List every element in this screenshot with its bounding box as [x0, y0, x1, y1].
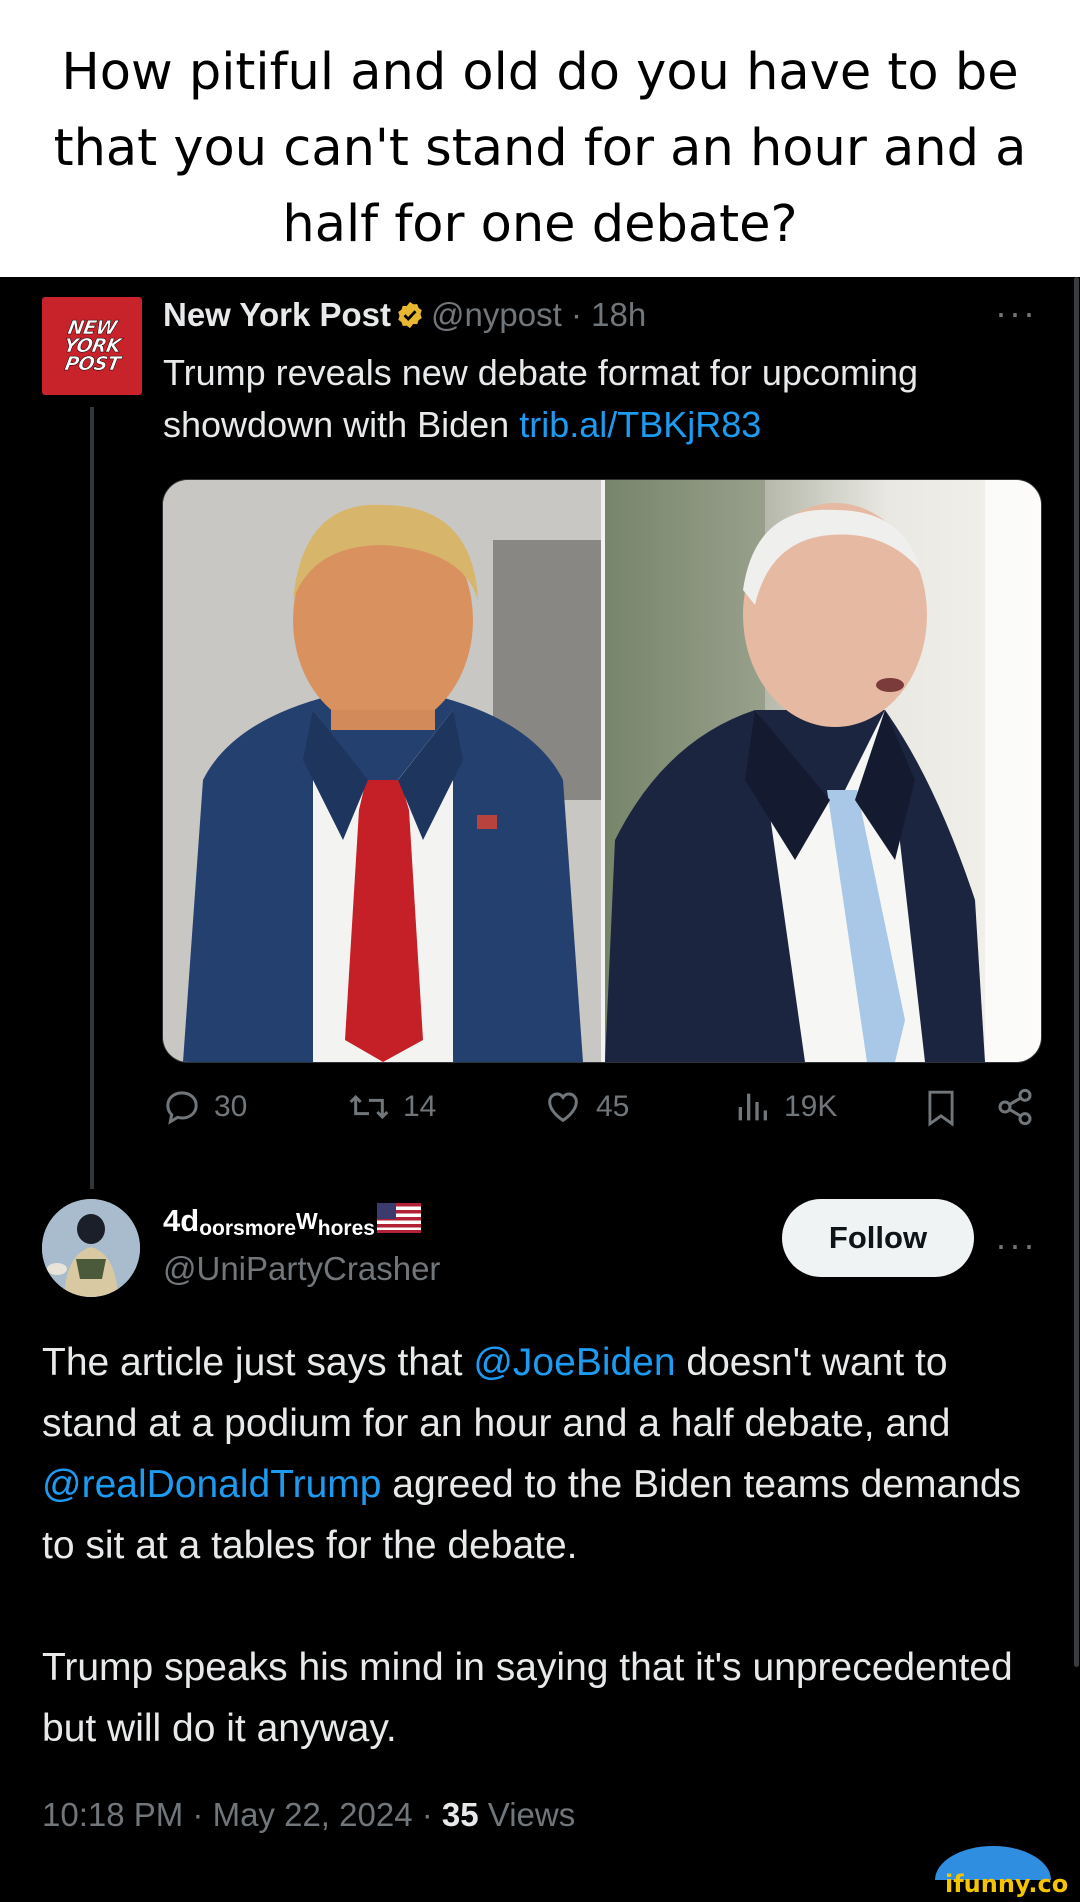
- tweet-header: New York Post @nypost · 18h: [163, 293, 646, 341]
- reply-views-label: Views: [487, 1796, 576, 1833]
- reply-date[interactable]: May 22, 2024: [213, 1796, 413, 1833]
- trump-photo-illustration: [163, 480, 601, 1062]
- heart-icon: [548, 1092, 578, 1123]
- repost-button[interactable]: 14: [347, 1087, 436, 1127]
- ifunny-watermark: ifunny.co: [905, 1830, 1069, 1902]
- views-icon: [738, 1093, 767, 1121]
- us-flag-icon: [376, 1203, 421, 1241]
- views-button[interactable]: 19K: [732, 1087, 837, 1127]
- nypost-avatar[interactable]: NEW YORK POST: [42, 297, 142, 395]
- header-separator: ·: [570, 296, 582, 333]
- share-button[interactable]: [995, 1087, 1047, 1127]
- tweet-text: Trump reveals new debate format for upco…: [163, 347, 1023, 451]
- repost-count: 14: [403, 1090, 437, 1123]
- share-icon: [998, 1088, 1032, 1126]
- display-name-part-3: W: [296, 1208, 318, 1234]
- caption-line-3: half for one debate?: [282, 195, 798, 254]
- reply-icon: [166, 1091, 198, 1125]
- like-button[interactable]: 45: [542, 1087, 629, 1127]
- reply-button[interactable]: 30: [162, 1087, 247, 1127]
- tweet-screenshot: NEW YORK POST New York Post @nypost · 18h…: [0, 277, 1080, 1902]
- display-name-part-1: 4d: [163, 1203, 200, 1238]
- reply-view-count: 35: [441, 1796, 479, 1833]
- like-count: 45: [596, 1090, 630, 1123]
- reply-count: 30: [214, 1090, 248, 1123]
- thread-line: [90, 407, 94, 1189]
- photo-left[interactable]: [163, 480, 601, 1062]
- scrollbar[interactable]: [1074, 277, 1079, 1667]
- reply-display-name[interactable]: 4doorsmoreWhores: [163, 1203, 421, 1241]
- tweet-more-icon[interactable]: ···: [995, 295, 1037, 331]
- mention-realdonaldtrump[interactable]: @realDonaldTrump: [42, 1463, 381, 1506]
- tweet-link[interactable]: trib.al/TBKjR83: [519, 404, 761, 445]
- author-name[interactable]: New York Post: [163, 296, 391, 333]
- bookmark-icon: [928, 1090, 954, 1127]
- photo-right[interactable]: [605, 480, 1041, 1062]
- author-handle[interactable]: @nypost: [431, 296, 562, 333]
- display-name-part-2: oorsmore: [199, 1217, 297, 1240]
- biden-photo-illustration: [605, 480, 1041, 1062]
- follow-button[interactable]: Follow: [782, 1199, 974, 1277]
- avatar-illustration: [42, 1199, 140, 1297]
- view-count: 19K: [784, 1090, 838, 1123]
- verified-badge-icon: [395, 297, 425, 341]
- reply-paragraph-1: The article just says that @JoeBiden doe…: [42, 1332, 1052, 1576]
- reply-meta: 10:18 PM · May 22, 2024 · 35 Views: [42, 1796, 575, 1834]
- tweet-actions: 30 14 45 19K: [162, 1087, 1042, 1147]
- logo-line-3: POST: [62, 353, 122, 376]
- repost-icon: [349, 1094, 389, 1120]
- reply-handle[interactable]: @UniPartyCrasher: [163, 1250, 440, 1288]
- reply-more-icon[interactable]: ···: [995, 1227, 1037, 1263]
- reply-time[interactable]: 10:18 PM: [42, 1796, 183, 1833]
- tweet-media[interactable]: [162, 479, 1042, 1063]
- mention-joebiden[interactable]: @JoeBiden: [473, 1341, 675, 1384]
- tweet-time[interactable]: 18h: [591, 296, 646, 333]
- reply-text: The article just says that @JoeBiden doe…: [42, 1332, 1052, 1759]
- display-name-part-4: hores: [317, 1217, 375, 1240]
- reply-text-part: The article just says that: [42, 1341, 474, 1384]
- caption-line-1: How pitiful and old do you have to be: [61, 43, 1019, 102]
- reply-paragraph-2: Trump speaks his mind in saying that it'…: [42, 1646, 1013, 1750]
- caption-line-2: that you can't stand for an hour and a: [53, 119, 1027, 178]
- reply-avatar[interactable]: [42, 1199, 140, 1297]
- meta-separator: ·: [192, 1796, 204, 1833]
- meme-caption: How pitiful and old do you have to be th…: [0, 0, 1080, 277]
- meta-separator: ·: [421, 1796, 433, 1833]
- watermark-text: ifunny.co: [945, 1870, 1069, 1898]
- bookmark-button[interactable]: [922, 1087, 972, 1129]
